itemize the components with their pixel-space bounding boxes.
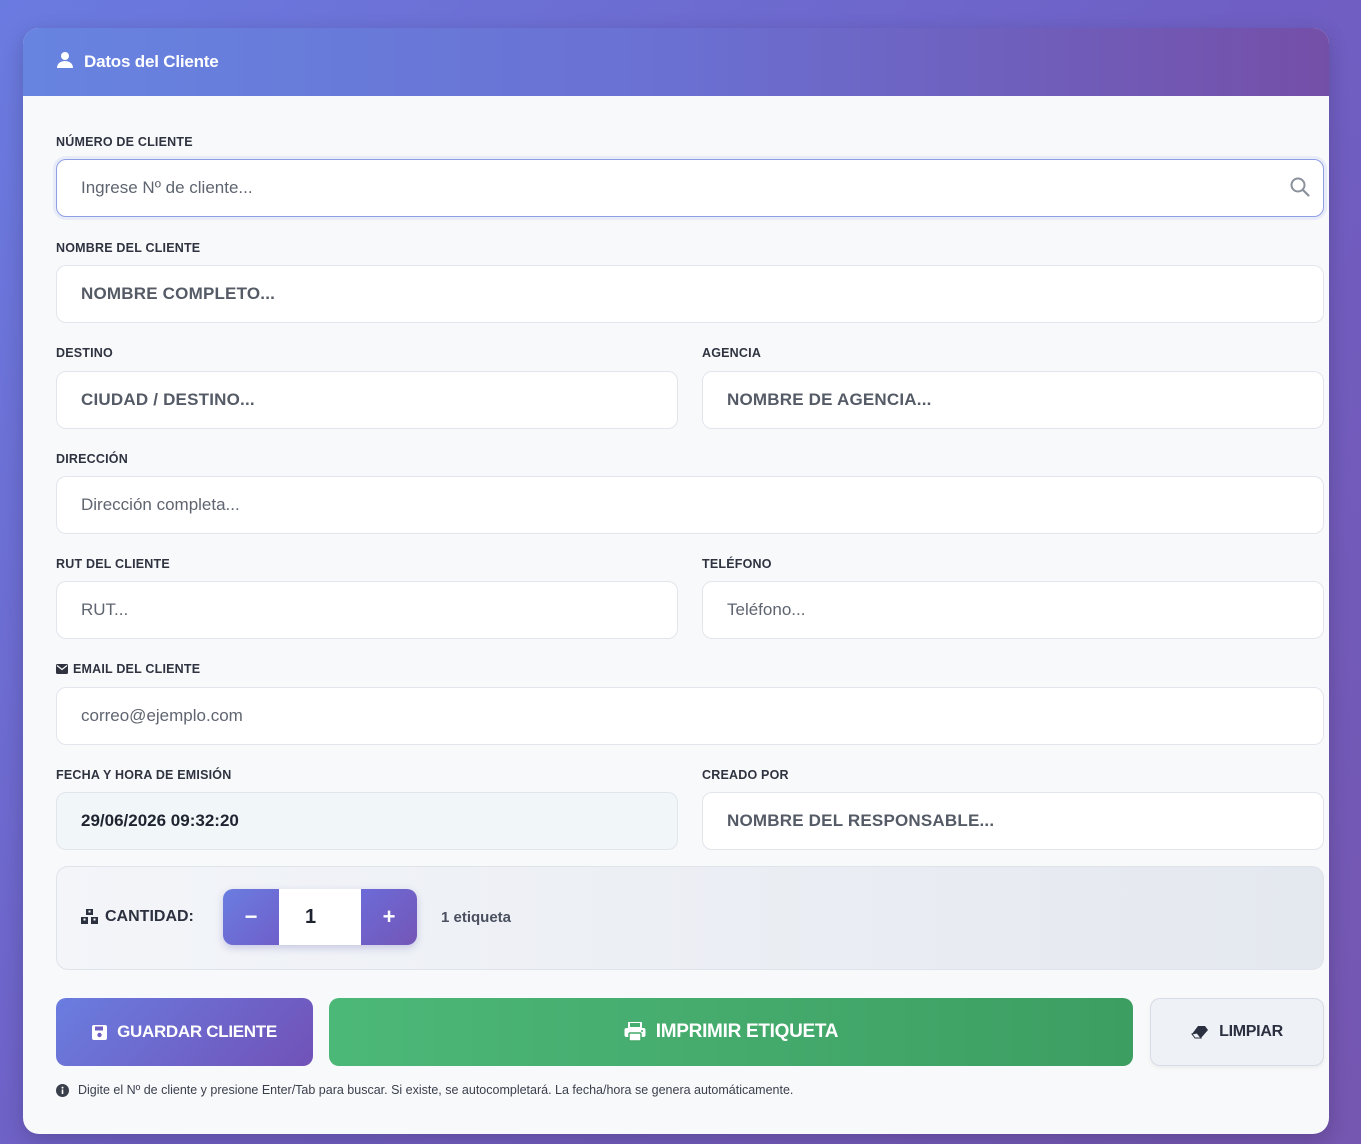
quantity-input[interactable]: 1 [279,889,361,945]
label-email-text: EMAIL DEL CLIENTE [73,662,201,676]
rut-input[interactable]: RUT... [56,581,678,639]
nombre-cliente-input[interactable]: NOMBRE COMPLETO... [56,265,1324,323]
info-icon [56,1083,78,1097]
destino-input[interactable]: CIUDAD / DESTINO... [56,371,678,429]
eraser-icon [1191,1025,1219,1039]
print-label-text: IMPRIMIR ETIQUETA [655,1021,839,1042]
save-client-label: GUARDAR CLIENTE [117,1022,277,1041]
card-header: Datos del Cliente [23,28,1329,96]
boxes-icon [81,909,99,925]
label-rut: RUT DEL CLIENTE [56,557,170,571]
agencia-input[interactable]: NOMBRE DE AGENCIA... [702,371,1324,429]
telefono-input[interactable]: Teléfono... [702,581,1324,639]
user-icon [56,51,74,74]
label-nombre-cliente: NOMBRE DEL CLIENTE [56,241,201,255]
numero-cliente-input[interactable]: Ingrese Nº de cliente... [56,159,1324,217]
label-destino: DESTINO [56,346,113,360]
label-agencia: AGENCIA [702,346,762,360]
quantity-label-text: CANTIDAD: [105,908,194,925]
label-creado-por: CREADO POR [702,768,789,782]
print-label-button[interactable]: IMPRIMIR ETIQUETA [329,998,1133,1066]
form-body: NÚMERO DE CLIENTE Ingrese Nº de cliente.… [23,96,1329,856]
envelope-icon [56,664,68,674]
direccion-input[interactable]: Dirección completa... [56,476,1324,534]
creado-por-input[interactable]: NOMBRE DEL RESPONSABLE... [702,792,1324,850]
clear-label: LIMPIAR [1219,1023,1283,1040]
help-hint: Digite el Nº de cliente y presione Enter… [56,1083,793,1097]
client-form-card: Datos del Cliente NÚMERO DE CLIENTE Ingr… [23,28,1329,1134]
label-numero-cliente: NÚMERO DE CLIENTE [56,135,193,149]
email-input[interactable]: correo@ejemplo.com [56,687,1324,745]
increment-button[interactable]: + [361,889,417,945]
label-telefono: TELÉFONO [702,557,772,571]
card-title: Datos del Cliente [84,52,219,71]
help-hint-text: Digite el Nº de cliente y presione Enter… [78,1083,794,1097]
decrement-button[interactable]: − [223,889,279,945]
save-client-button[interactable]: GUARDAR CLIENTE [56,998,313,1066]
label-fecha: FECHA Y HORA DE EMISIÓN [56,768,232,782]
quantity-label: CANTIDAD: [81,908,194,926]
quantity-panel: CANTIDAD: − 1 + 1 etiqueta [56,866,1324,970]
search-icon[interactable] [1289,176,1311,203]
fecha-emision-field[interactable]: 29/06/2026 09:32:20 [56,792,678,850]
floppy-icon [92,1024,117,1040]
label-direccion: DIRECCIÓN [56,452,128,466]
printer-icon [624,1022,656,1042]
label-email: EMAIL DEL CLIENTE [56,662,200,676]
quantity-note: 1 etiqueta [441,909,512,926]
clear-button[interactable]: LIMPIAR [1150,998,1324,1066]
quantity-stepper: − 1 + [223,889,417,945]
